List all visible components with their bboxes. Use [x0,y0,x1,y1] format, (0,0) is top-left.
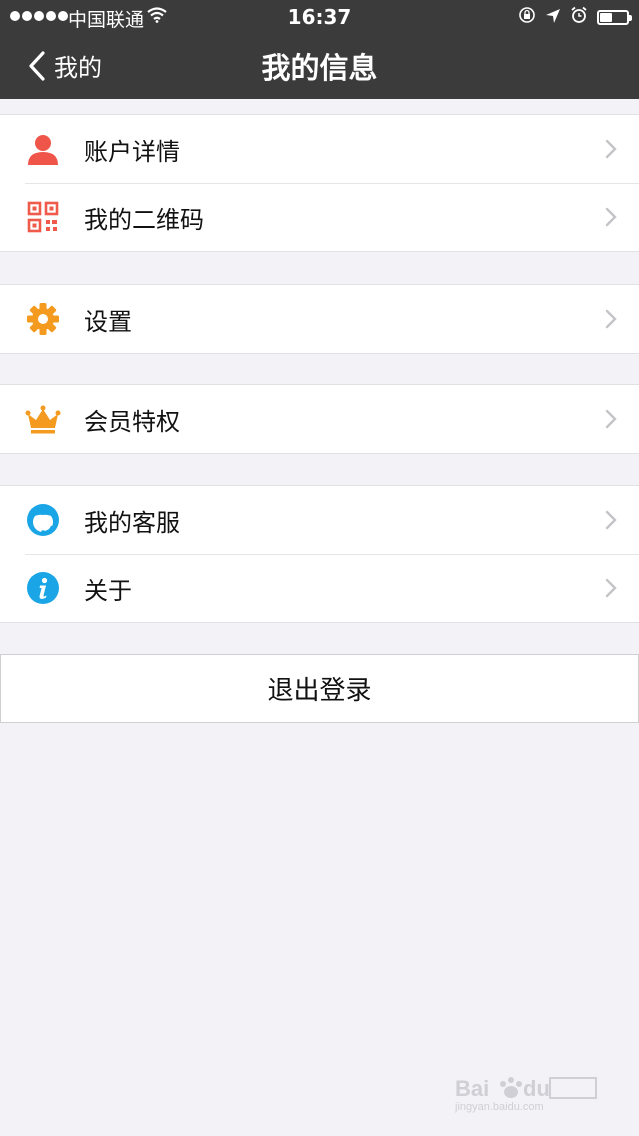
menu-item-customer-service[interactable]: 我的客服 [0,486,639,554]
alarm-icon [570,6,588,29]
menu-item-label: 关于 [84,576,132,605]
menu-item-member-privileges[interactable]: 会员特权 [0,385,639,453]
gear-icon [25,301,61,337]
svg-text:du: du [523,1076,550,1101]
info-icon [25,570,61,606]
menu-item-my-qr-code[interactable]: 我的二维码 [0,183,639,251]
back-label: 我的 [54,54,102,82]
watermark-logo: Bai du jingyan.baidu.com [455,1070,605,1114]
menu-item-label: 设置 [84,307,132,336]
menu-item-about[interactable]: 关于 [0,554,639,622]
menu-group-settings: 设置 [0,284,639,354]
chevron-right-icon [605,139,617,163]
chevron-right-icon [605,207,617,231]
chevron-left-icon [29,50,45,81]
top-bar: 中国联通 16:37 我的 我的信息 [0,0,639,99]
menu-item-label: 会员特权 [84,407,180,436]
logout-button[interactable]: 退出登录 [0,654,639,723]
svg-text:Bai: Bai [455,1076,489,1101]
battery-icon [597,10,632,25]
menu-group-support: 我的客服 关于 [0,485,639,623]
menu-group-account: 账户详情 我的二维码 [0,114,639,252]
customer-service-icon [25,502,61,538]
chevron-right-icon [605,578,617,602]
qr-code-icon [25,199,61,235]
crown-icon [25,401,61,437]
menu-item-settings[interactable]: 设置 [0,285,639,353]
menu-item-label: 我的客服 [84,508,180,537]
chevron-right-icon [605,309,617,333]
chevron-right-icon [605,510,617,534]
menu-group-membership: 会员特权 [0,384,639,454]
status-bar: 中国联通 16:37 [0,0,639,34]
menu-item-account-details[interactable]: 账户详情 [0,115,639,183]
navigation-bar: 我的 我的信息 [0,34,639,99]
chevron-right-icon [605,409,617,433]
location-icon [545,7,561,29]
svg-text:jingyan.baidu.com: jingyan.baidu.com [455,1101,544,1113]
menu-item-label: 我的二维码 [84,205,204,234]
rotation-lock-icon [518,6,536,29]
menu-item-label: 账户详情 [84,137,180,166]
user-icon [25,131,61,167]
back-button[interactable]: 我的 [28,48,102,83]
